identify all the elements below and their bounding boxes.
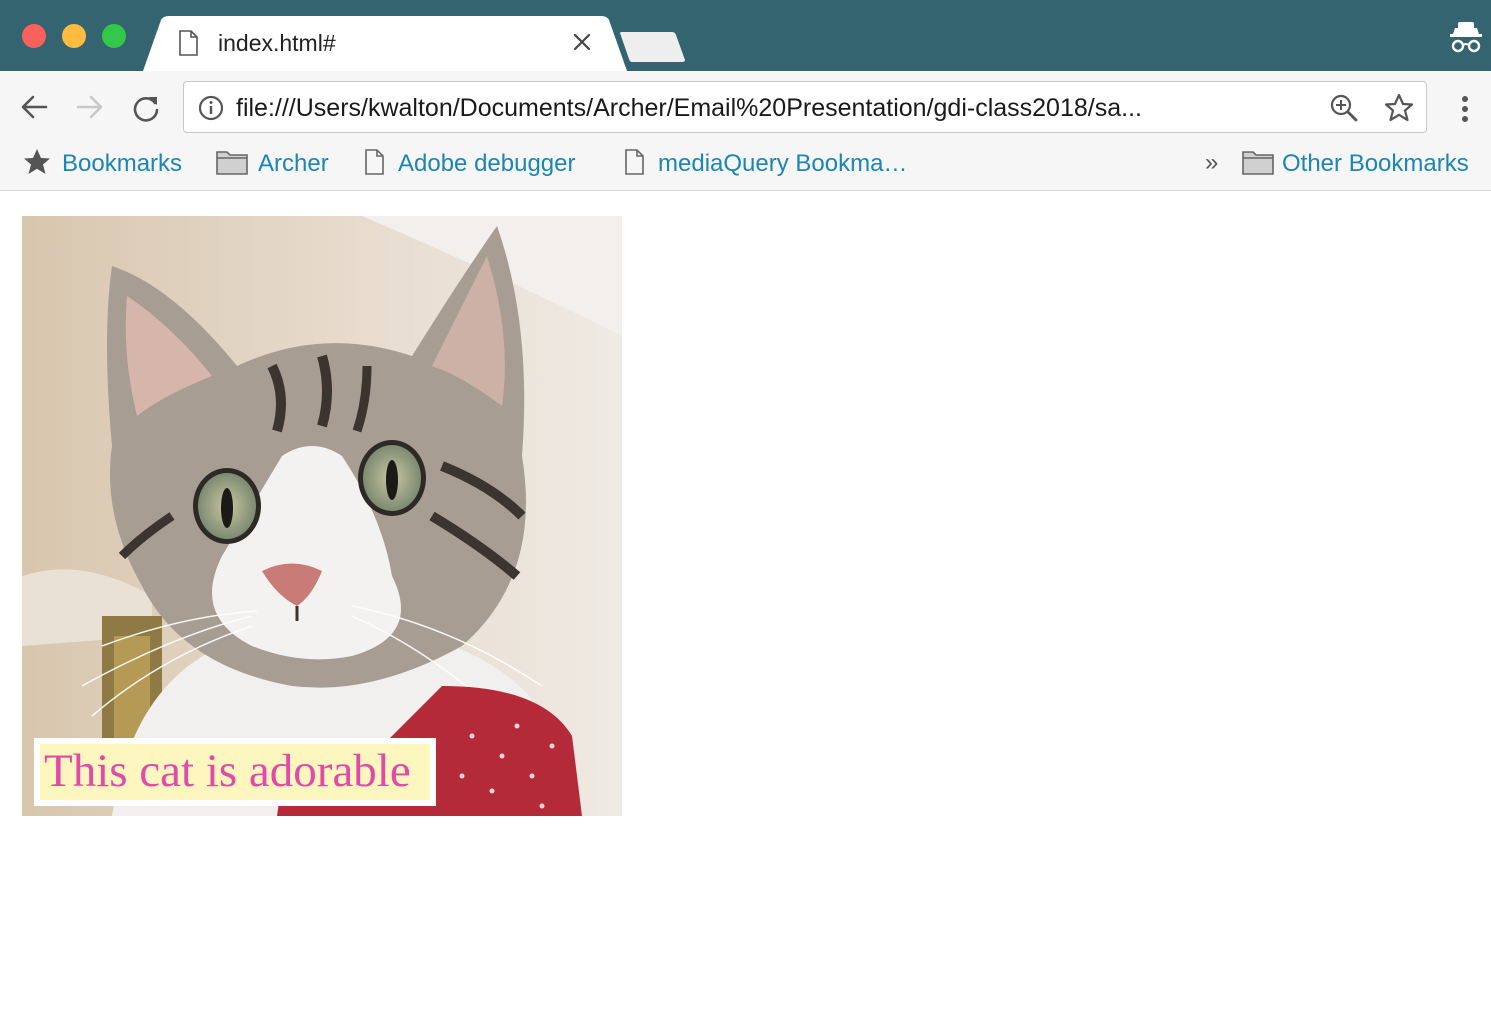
bookmark-label: Other Bookmarks [1282,150,1469,177]
incognito-icon[interactable] [1449,20,1483,59]
image-caption: This cat is adorable [34,738,436,806]
minimize-window-button[interactable] [62,24,86,48]
bookmarks-overflow-button[interactable]: » [1205,149,1218,177]
tab-shape [143,16,627,71]
info-icon[interactable] [198,95,224,126]
kebab-menu-icon[interactable] [1461,95,1469,128]
bookmark-bookmarks[interactable]: Bookmarks [22,148,182,180]
star-icon[interactable] [1384,93,1414,128]
zoom-in-icon[interactable] [1330,94,1358,127]
bookmark-label: mediaQuery Bookma… [658,150,908,177]
bookmark-archer[interactable]: Archer [216,148,329,180]
bookmark-other-bookmarks[interactable]: Other Bookmarks [1242,148,1469,180]
folder-icon [216,149,248,180]
address-bar[interactable]: file:///Users/kwalton/Documents/Archer/E… [183,81,1427,133]
page-icon [624,148,644,180]
browser-toolbar: file:///Users/kwalton/Documents/Archer/E… [0,71,1491,143]
bookmark-label: Archer [258,150,329,177]
tab-active[interactable]: index.html# [143,16,627,71]
folder-icon [1242,149,1274,180]
file-icon [178,30,198,61]
bookmark-mediaquery[interactable]: mediaQuery Bookma… [624,148,907,180]
bookmark-label: Bookmarks [62,150,183,177]
title-bar: index.html# [0,0,1491,71]
close-window-button[interactable] [22,24,46,48]
bookmark-adobe-debugger[interactable]: Adobe debugger [364,148,576,180]
new-tab-button[interactable] [620,32,686,67]
forward-arrow-icon[interactable] [76,94,104,125]
star-icon [22,147,52,182]
close-icon[interactable] [571,31,593,58]
back-arrow-icon[interactable] [20,94,48,125]
cat-photo [22,216,622,816]
bookmark-label: Adobe debugger [398,150,576,177]
reload-icon[interactable] [132,94,160,127]
bookmarks-bar: Bookmarks Archer Adobe debugger mediaQue… [0,143,1491,191]
url-text[interactable]: file:///Users/kwalton/Documents/Archer/E… [236,94,1316,123]
page-icon [364,148,384,180]
tab-title: index.html# [218,30,336,56]
zoom-window-button[interactable] [102,24,126,48]
caption-text: This cat is adorable [40,744,430,800]
